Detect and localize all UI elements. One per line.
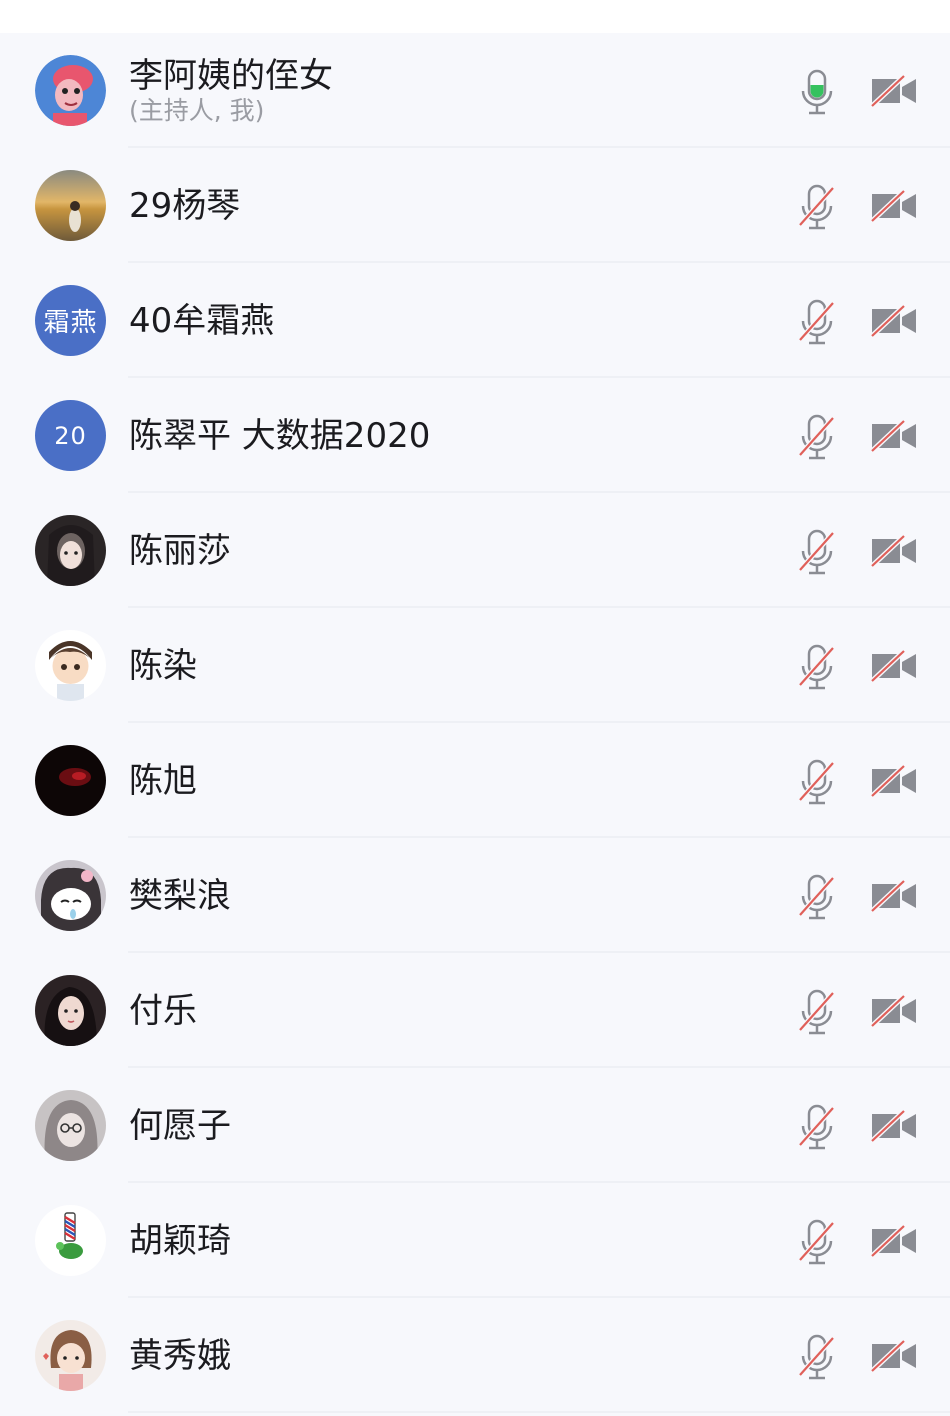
camera-off-icon[interactable] — [870, 648, 918, 684]
participant-name: 陈旭 — [129, 760, 197, 801]
participant-row[interactable]: 陈丽莎 — [0, 493, 950, 608]
avatar — [35, 1205, 106, 1276]
microphone-muted-icon[interactable] — [795, 413, 839, 461]
participant-name: 陈丽莎 — [129, 530, 231, 571]
participant-name: 陈翠平 大数据2020 — [129, 415, 431, 456]
participant-name: 樊梨浪 — [129, 875, 231, 916]
participant-name: 胡颖琦 — [129, 1220, 231, 1261]
participant-row[interactable]: 陈染 — [0, 608, 950, 723]
camera-off-icon[interactable] — [870, 418, 918, 454]
camera-off-icon[interactable] — [870, 993, 918, 1029]
microphone-muted-icon[interactable] — [795, 1103, 839, 1151]
avatar: 霜燕 — [35, 285, 106, 356]
microphone-muted-icon[interactable] — [795, 183, 839, 231]
participant-row[interactable]: 20 陈翠平 大数据2020 — [0, 378, 950, 493]
participant-row[interactable]: 霜燕 40牟霜燕 — [0, 263, 950, 378]
camera-off-icon[interactable] — [870, 303, 918, 339]
participant-name: 陈染 — [129, 645, 197, 686]
avatar — [35, 170, 106, 241]
top-header-strip — [0, 0, 950, 33]
microphone-muted-icon[interactable] — [795, 1218, 839, 1266]
participant-role-label: (主持人, 我) — [129, 95, 265, 125]
participant-row[interactable]: 陈旭 — [0, 723, 950, 838]
microphone-muted-icon[interactable] — [795, 873, 839, 921]
camera-off-icon[interactable] — [870, 1223, 918, 1259]
row-divider — [128, 1411, 950, 1413]
avatar-initials: 20 — [54, 421, 87, 450]
microphone-muted-icon[interactable] — [795, 758, 839, 806]
microphone-muted-icon[interactable] — [795, 298, 839, 346]
avatar — [35, 745, 106, 816]
participant-name: 29杨琴 — [129, 185, 241, 226]
participant-row[interactable]: 29杨琴 — [0, 148, 950, 263]
microphone-muted-icon[interactable] — [795, 1333, 839, 1381]
participant-name: 李阿姨的侄女 — [129, 55, 333, 96]
avatar — [35, 975, 106, 1046]
camera-off-icon[interactable] — [870, 188, 918, 224]
participant-name: 40牟霜燕 — [129, 300, 275, 341]
participant-row[interactable]: 李阿姨的侄女 (主持人, 我) — [0, 33, 950, 148]
avatar-initials: 霜燕 — [43, 308, 98, 338]
camera-off-icon[interactable] — [870, 878, 918, 914]
participant-row[interactable]: 黄秀娥 — [0, 1298, 950, 1413]
avatar — [35, 515, 106, 586]
participant-name: 黄秀娥 — [129, 1335, 231, 1376]
participant-row[interactable]: 何愿子 — [0, 1068, 950, 1183]
camera-off-icon[interactable] — [870, 1338, 918, 1374]
participant-row[interactable]: 樊梨浪 — [0, 838, 950, 953]
participant-name: 付乐 — [129, 990, 197, 1031]
microphone-muted-icon[interactable] — [795, 988, 839, 1036]
avatar — [35, 860, 106, 931]
avatar — [35, 630, 106, 701]
microphone-muted-icon[interactable] — [795, 643, 839, 691]
camera-off-icon[interactable] — [870, 1108, 918, 1144]
participant-row[interactable]: 付乐 — [0, 953, 950, 1068]
avatar — [35, 1320, 106, 1391]
avatar — [35, 1090, 106, 1161]
microphone-muted-icon[interactable] — [795, 528, 839, 576]
participant-list: 李阿姨的侄女 (主持人, 我) 29杨琴 霜燕 40牟霜燕 20 陈翠平 大数据… — [0, 33, 950, 1413]
camera-off-icon[interactable] — [870, 763, 918, 799]
camera-off-icon[interactable] — [870, 533, 918, 569]
microphone-on-icon[interactable] — [795, 68, 839, 116]
avatar — [35, 55, 106, 126]
camera-off-icon[interactable] — [870, 73, 918, 109]
participant-name: 何愿子 — [129, 1105, 231, 1146]
avatar: 20 — [35, 400, 106, 471]
participant-row[interactable]: 胡颖琦 — [0, 1183, 950, 1298]
